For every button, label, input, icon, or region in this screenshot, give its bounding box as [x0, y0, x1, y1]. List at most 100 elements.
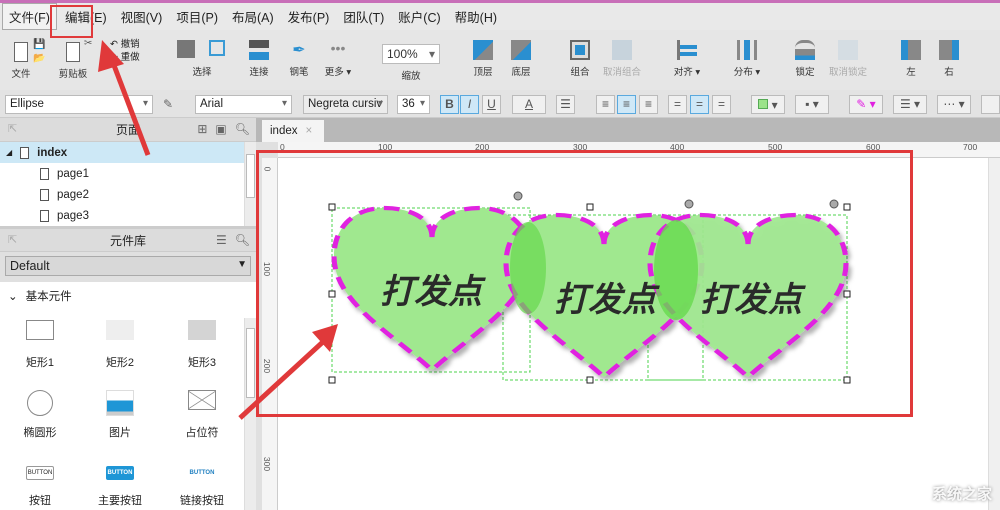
- search-icon[interactable]: 🔍︎: [235, 233, 250, 247]
- rectangle-icon: [26, 320, 54, 340]
- align-button[interactable]: 对齐 ▾: [670, 30, 704, 78]
- bold-button[interactable]: B: [440, 95, 459, 114]
- lock-button[interactable]: 锁定: [792, 30, 818, 78]
- menu-project[interactable]: 项目(P): [170, 4, 224, 29]
- font-style-select[interactable]: Negreta cursiv: [303, 95, 388, 114]
- cut-icon[interactable]: ✂: [84, 38, 92, 49]
- style-icon[interactable]: ✎: [163, 97, 173, 111]
- primary-button-icon: BUTTON: [106, 466, 134, 480]
- main-toolbar: 文件 💾 📂 剪贴板 ✂ ↶ 撤销 ↷ 重做 选择 连接 ✒ 钢笔 ••• 更多 …: [0, 30, 1000, 90]
- undo-button[interactable]: ↶ 撤销: [110, 38, 140, 51]
- select-button[interactable]: 选择: [172, 30, 232, 78]
- select-label: 选择: [192, 67, 212, 78]
- zoom-control: 100% ▾ 缩放: [382, 30, 440, 82]
- tab-label: index: [270, 125, 298, 137]
- distribute-button[interactable]: 分布 ▾: [730, 30, 764, 78]
- page-item-index[interactable]: ◢ index: [0, 142, 256, 163]
- font-family-select[interactable]: Arial: [195, 95, 292, 114]
- underline-button[interactable]: U: [482, 95, 501, 114]
- valign-top-icon[interactable]: =: [668, 95, 687, 114]
- page-item-page3[interactable]: page3: [0, 205, 256, 226]
- menu-layout[interactable]: 布局(A): [226, 4, 280, 29]
- menu-team[interactable]: 团队(T): [337, 4, 390, 29]
- widget-image[interactable]: 图片: [80, 390, 160, 440]
- fill-swatch: [758, 99, 769, 109]
- page-item-page2[interactable]: page2: [0, 184, 256, 205]
- widget-rectangle2[interactable]: 矩形2: [80, 320, 160, 370]
- pages-title: 页面: [115, 123, 140, 137]
- menu-account[interactable]: 账户(C): [392, 4, 446, 29]
- line-style-button[interactable]: ⋯ ▾: [937, 95, 971, 114]
- align-left-text-icon[interactable]: ≡: [596, 95, 615, 114]
- widget-rectangle3[interactable]: 矩形3: [162, 320, 242, 370]
- pen-icon: ✒: [292, 42, 306, 59]
- widget-primary-button[interactable]: BUTTON 主要按钮: [80, 466, 160, 508]
- arrow-style-button[interactable]: [981, 95, 1000, 114]
- pen-label: 钢笔: [289, 67, 309, 78]
- button-icon: BUTTON: [26, 466, 54, 480]
- widgets-scrollbar[interactable]: [244, 318, 256, 510]
- format-toolbar: Ellipse ✎ Arial Negreta cursiv 36 B I U …: [0, 90, 1000, 118]
- text-color-button[interactable]: A: [512, 95, 546, 114]
- close-icon[interactable]: ×: [306, 125, 313, 137]
- ungroup-button[interactable]: 取消组合: [600, 30, 644, 78]
- search-icon[interactable]: 🔍︎: [235, 122, 250, 136]
- group-button[interactable]: 组合: [566, 30, 594, 78]
- widget-rectangle1[interactable]: 矩形1: [0, 320, 80, 370]
- connect-button[interactable]: 连接: [246, 30, 272, 78]
- file-button[interactable]: 文件: [6, 30, 36, 80]
- section-basic-widgets[interactable]: ⌄ 基本元件: [0, 282, 256, 310]
- left-panel-button[interactable]: 左: [900, 30, 922, 78]
- shape-type-select[interactable]: Ellipse: [5, 95, 153, 114]
- shadow-button[interactable]: ▪ ▾: [795, 95, 829, 114]
- align-center-text-icon[interactable]: ≡: [617, 95, 636, 114]
- widget-placeholder[interactable]: 占位符: [162, 390, 242, 440]
- italic-button[interactable]: I: [460, 95, 479, 114]
- more-button[interactable]: ••• 更多 ▾: [322, 30, 354, 78]
- bring-front-icon: [473, 40, 493, 60]
- fill-color-button[interactable]: ▾: [751, 95, 785, 114]
- add-folder-icon[interactable]: ▣: [215, 122, 226, 136]
- file-icon: [14, 42, 28, 62]
- bring-to-front-button[interactable]: 顶层: [470, 30, 496, 78]
- add-page-icon[interactable]: ⊞: [197, 122, 207, 136]
- select-icons: [177, 40, 227, 60]
- more-label: 更多 ▾: [324, 67, 352, 78]
- zoom-select[interactable]: 100% ▾: [382, 44, 440, 64]
- line-width-button[interactable]: ☰ ▾: [893, 95, 927, 114]
- valign-bottom-icon[interactable]: =: [712, 95, 731, 114]
- widget-link-button[interactable]: BUTTON 链接按钮: [162, 466, 242, 508]
- pages-scrollbar[interactable]: [244, 142, 256, 226]
- ruler-label: 700: [963, 142, 978, 152]
- pin-icon[interactable]: ⇱: [8, 122, 17, 135]
- align-right-text-icon[interactable]: ≡: [639, 95, 658, 114]
- front-label: 顶层: [473, 67, 493, 78]
- library-select[interactable]: Default ▼: [5, 256, 251, 276]
- more-icon: •••: [330, 40, 346, 56]
- annotation-highlight-canvas: [256, 150, 913, 417]
- page-item-page1[interactable]: page1: [0, 163, 256, 184]
- send-to-back-button[interactable]: 底层: [508, 30, 534, 78]
- save-open-icons[interactable]: 💾 📂: [33, 38, 45, 66]
- font-size-select[interactable]: 36: [397, 95, 430, 114]
- menu-view[interactable]: 视图(V): [115, 4, 169, 29]
- widget-button[interactable]: BUTTON 按钮: [0, 466, 80, 508]
- lock-label: 锁定: [795, 67, 815, 78]
- redo-button[interactable]: ↷ 重做: [110, 51, 140, 64]
- menu-icon[interactable]: ☰: [216, 233, 227, 247]
- canvas-scrollbar[interactable]: [988, 158, 1000, 510]
- collapse-icon[interactable]: ◢: [6, 148, 12, 157]
- right-panel-button[interactable]: 右: [938, 30, 960, 78]
- menu-help[interactable]: 帮助(H): [449, 4, 503, 29]
- unlock-button[interactable]: 取消锁定: [826, 30, 870, 78]
- pen-button[interactable]: ✒ 钢笔: [286, 30, 312, 78]
- menu-file[interactable]: 文件(F): [2, 3, 57, 30]
- menu-publish[interactable]: 发布(P): [282, 4, 336, 29]
- widgets-panel-header: ⇱ 元件库 ☰ 🔍︎: [0, 226, 256, 252]
- bullet-list-icon[interactable]: ☰: [556, 95, 575, 114]
- widget-ellipse[interactable]: 椭圆形: [0, 390, 80, 440]
- pin-icon[interactable]: ⇱: [8, 233, 17, 246]
- line-color-button[interactable]: ✎ ▾: [849, 95, 883, 114]
- valign-middle-icon[interactable]: =: [690, 95, 709, 114]
- tab-index[interactable]: index ×: [262, 120, 324, 142]
